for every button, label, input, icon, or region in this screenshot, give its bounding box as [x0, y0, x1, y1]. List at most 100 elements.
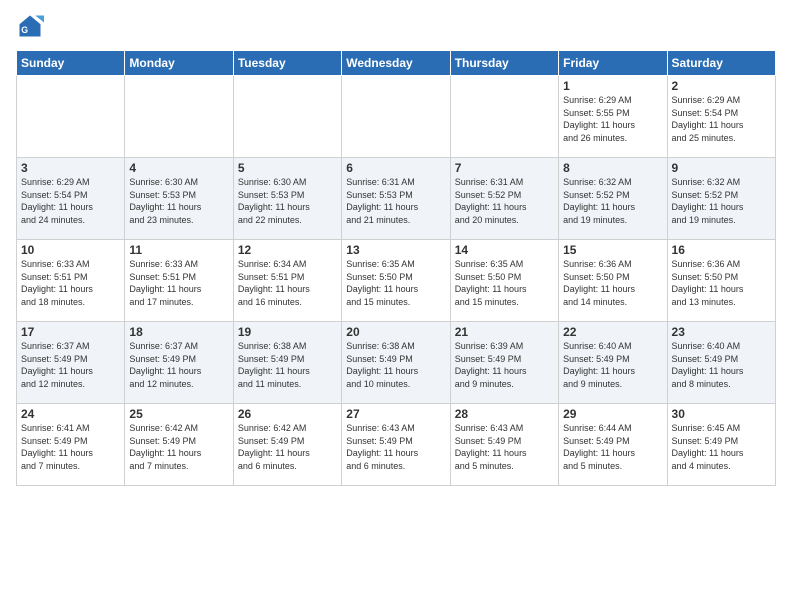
day-info: Sunrise: 6:38 AM Sunset: 5:49 PM Dayligh… [346, 340, 445, 390]
calendar-cell: 24Sunrise: 6:41 AM Sunset: 5:49 PM Dayli… [17, 404, 125, 486]
calendar-cell: 12Sunrise: 6:34 AM Sunset: 5:51 PM Dayli… [233, 240, 341, 322]
day-info: Sunrise: 6:41 AM Sunset: 5:49 PM Dayligh… [21, 422, 120, 472]
calendar-cell: 10Sunrise: 6:33 AM Sunset: 5:51 PM Dayli… [17, 240, 125, 322]
logo-icon: G [16, 12, 44, 40]
day-number: 11 [129, 243, 228, 257]
calendar-week-5: 24Sunrise: 6:41 AM Sunset: 5:49 PM Dayli… [17, 404, 776, 486]
day-info: Sunrise: 6:44 AM Sunset: 5:49 PM Dayligh… [563, 422, 662, 472]
calendar-cell [233, 76, 341, 158]
day-info: Sunrise: 6:40 AM Sunset: 5:49 PM Dayligh… [672, 340, 771, 390]
weekday-header-monday: Monday [125, 51, 233, 76]
day-number: 15 [563, 243, 662, 257]
day-info: Sunrise: 6:33 AM Sunset: 5:51 PM Dayligh… [129, 258, 228, 308]
weekday-header-saturday: Saturday [667, 51, 775, 76]
calendar-cell: 7Sunrise: 6:31 AM Sunset: 5:52 PM Daylig… [450, 158, 558, 240]
calendar-week-1: 1Sunrise: 6:29 AM Sunset: 5:55 PM Daylig… [17, 76, 776, 158]
day-number: 22 [563, 325, 662, 339]
day-number: 16 [672, 243, 771, 257]
day-number: 17 [21, 325, 120, 339]
day-info: Sunrise: 6:42 AM Sunset: 5:49 PM Dayligh… [129, 422, 228, 472]
day-info: Sunrise: 6:36 AM Sunset: 5:50 PM Dayligh… [563, 258, 662, 308]
weekday-header-tuesday: Tuesday [233, 51, 341, 76]
day-info: Sunrise: 6:43 AM Sunset: 5:49 PM Dayligh… [346, 422, 445, 472]
day-info: Sunrise: 6:37 AM Sunset: 5:49 PM Dayligh… [129, 340, 228, 390]
calendar-cell: 8Sunrise: 6:32 AM Sunset: 5:52 PM Daylig… [559, 158, 667, 240]
calendar-cell: 9Sunrise: 6:32 AM Sunset: 5:52 PM Daylig… [667, 158, 775, 240]
day-number: 25 [129, 407, 228, 421]
calendar-cell: 4Sunrise: 6:30 AM Sunset: 5:53 PM Daylig… [125, 158, 233, 240]
page-container: G SundayMondayTuesdayWednesdayThursdayFr… [0, 0, 792, 494]
calendar-cell: 28Sunrise: 6:43 AM Sunset: 5:49 PM Dayli… [450, 404, 558, 486]
day-info: Sunrise: 6:35 AM Sunset: 5:50 PM Dayligh… [346, 258, 445, 308]
calendar-cell: 6Sunrise: 6:31 AM Sunset: 5:53 PM Daylig… [342, 158, 450, 240]
calendar-cell: 15Sunrise: 6:36 AM Sunset: 5:50 PM Dayli… [559, 240, 667, 322]
day-info: Sunrise: 6:39 AM Sunset: 5:49 PM Dayligh… [455, 340, 554, 390]
day-info: Sunrise: 6:29 AM Sunset: 5:54 PM Dayligh… [21, 176, 120, 226]
calendar-week-3: 10Sunrise: 6:33 AM Sunset: 5:51 PM Dayli… [17, 240, 776, 322]
calendar-cell: 11Sunrise: 6:33 AM Sunset: 5:51 PM Dayli… [125, 240, 233, 322]
calendar: SundayMondayTuesdayWednesdayThursdayFrid… [16, 50, 776, 486]
calendar-cell [17, 76, 125, 158]
calendar-cell: 13Sunrise: 6:35 AM Sunset: 5:50 PM Dayli… [342, 240, 450, 322]
day-number: 27 [346, 407, 445, 421]
calendar-cell: 3Sunrise: 6:29 AM Sunset: 5:54 PM Daylig… [17, 158, 125, 240]
day-info: Sunrise: 6:30 AM Sunset: 5:53 PM Dayligh… [238, 176, 337, 226]
day-number: 5 [238, 161, 337, 175]
calendar-cell: 22Sunrise: 6:40 AM Sunset: 5:49 PM Dayli… [559, 322, 667, 404]
day-number: 30 [672, 407, 771, 421]
calendar-cell [125, 76, 233, 158]
logo: G [16, 12, 48, 40]
calendar-cell: 25Sunrise: 6:42 AM Sunset: 5:49 PM Dayli… [125, 404, 233, 486]
svg-text:G: G [21, 25, 28, 35]
calendar-cell: 14Sunrise: 6:35 AM Sunset: 5:50 PM Dayli… [450, 240, 558, 322]
weekday-header-wednesday: Wednesday [342, 51, 450, 76]
day-number: 28 [455, 407, 554, 421]
calendar-header-row: SundayMondayTuesdayWednesdayThursdayFrid… [17, 51, 776, 76]
day-info: Sunrise: 6:32 AM Sunset: 5:52 PM Dayligh… [672, 176, 771, 226]
day-info: Sunrise: 6:34 AM Sunset: 5:51 PM Dayligh… [238, 258, 337, 308]
day-info: Sunrise: 6:45 AM Sunset: 5:49 PM Dayligh… [672, 422, 771, 472]
day-number: 13 [346, 243, 445, 257]
calendar-cell: 30Sunrise: 6:45 AM Sunset: 5:49 PM Dayli… [667, 404, 775, 486]
day-number: 8 [563, 161, 662, 175]
calendar-cell: 1Sunrise: 6:29 AM Sunset: 5:55 PM Daylig… [559, 76, 667, 158]
day-info: Sunrise: 6:42 AM Sunset: 5:49 PM Dayligh… [238, 422, 337, 472]
day-info: Sunrise: 6:38 AM Sunset: 5:49 PM Dayligh… [238, 340, 337, 390]
calendar-cell: 5Sunrise: 6:30 AM Sunset: 5:53 PM Daylig… [233, 158, 341, 240]
day-number: 6 [346, 161, 445, 175]
calendar-cell: 26Sunrise: 6:42 AM Sunset: 5:49 PM Dayli… [233, 404, 341, 486]
day-info: Sunrise: 6:31 AM Sunset: 5:52 PM Dayligh… [455, 176, 554, 226]
day-number: 12 [238, 243, 337, 257]
day-info: Sunrise: 6:37 AM Sunset: 5:49 PM Dayligh… [21, 340, 120, 390]
header: G [16, 12, 776, 40]
day-number: 24 [21, 407, 120, 421]
day-info: Sunrise: 6:29 AM Sunset: 5:55 PM Dayligh… [563, 94, 662, 144]
calendar-cell: 20Sunrise: 6:38 AM Sunset: 5:49 PM Dayli… [342, 322, 450, 404]
day-info: Sunrise: 6:40 AM Sunset: 5:49 PM Dayligh… [563, 340, 662, 390]
calendar-week-2: 3Sunrise: 6:29 AM Sunset: 5:54 PM Daylig… [17, 158, 776, 240]
weekday-header-sunday: Sunday [17, 51, 125, 76]
calendar-cell [342, 76, 450, 158]
calendar-cell: 23Sunrise: 6:40 AM Sunset: 5:49 PM Dayli… [667, 322, 775, 404]
day-info: Sunrise: 6:30 AM Sunset: 5:53 PM Dayligh… [129, 176, 228, 226]
day-number: 3 [21, 161, 120, 175]
calendar-cell: 21Sunrise: 6:39 AM Sunset: 5:49 PM Dayli… [450, 322, 558, 404]
day-number: 19 [238, 325, 337, 339]
day-info: Sunrise: 6:36 AM Sunset: 5:50 PM Dayligh… [672, 258, 771, 308]
calendar-cell [450, 76, 558, 158]
day-number: 29 [563, 407, 662, 421]
day-number: 21 [455, 325, 554, 339]
day-number: 7 [455, 161, 554, 175]
day-number: 23 [672, 325, 771, 339]
calendar-week-4: 17Sunrise: 6:37 AM Sunset: 5:49 PM Dayli… [17, 322, 776, 404]
calendar-cell: 17Sunrise: 6:37 AM Sunset: 5:49 PM Dayli… [17, 322, 125, 404]
calendar-cell: 16Sunrise: 6:36 AM Sunset: 5:50 PM Dayli… [667, 240, 775, 322]
day-number: 26 [238, 407, 337, 421]
calendar-cell: 29Sunrise: 6:44 AM Sunset: 5:49 PM Dayli… [559, 404, 667, 486]
day-number: 20 [346, 325, 445, 339]
day-info: Sunrise: 6:31 AM Sunset: 5:53 PM Dayligh… [346, 176, 445, 226]
day-info: Sunrise: 6:29 AM Sunset: 5:54 PM Dayligh… [672, 94, 771, 144]
day-number: 4 [129, 161, 228, 175]
day-number: 18 [129, 325, 228, 339]
calendar-cell: 2Sunrise: 6:29 AM Sunset: 5:54 PM Daylig… [667, 76, 775, 158]
